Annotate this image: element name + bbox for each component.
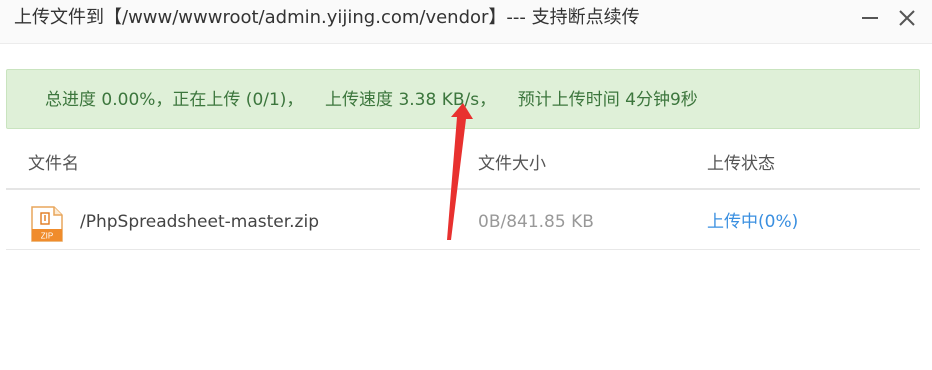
dialog-title: 上传文件到【/www/wwwroot/admin.yijing.com/vend…	[14, 7, 640, 28]
progress-summary: 总进度 0.00%，正在上传 (0/1)， 上传速度 3.38 KB/s， 预计…	[45, 90, 698, 110]
close-icon	[899, 10, 915, 26]
close-button[interactable]	[893, 4, 921, 32]
upload-status: 上传中(0%)	[707, 212, 799, 232]
header-status: 上传状态	[707, 154, 775, 174]
table-row: ZIP /PhpSpreadsheet-master.zip 0B/841.85…	[6, 192, 920, 250]
title-bar: 上传文件到【/www/wwwroot/admin.yijing.com/vend…	[0, 0, 932, 44]
zip-icon-label: ZIP	[41, 232, 53, 241]
minimize-icon	[862, 17, 878, 19]
zip-file-icon: ZIP	[31, 206, 63, 242]
file-size: 0B/841.85 KB	[478, 212, 594, 232]
total-progress-panel: 总进度 0.00%，正在上传 (0/1)， 上传速度 3.38 KB/s， 预计…	[6, 69, 920, 129]
minimize-button[interactable]	[856, 4, 884, 32]
header-filesize: 文件大小	[478, 154, 546, 174]
upload-dialog: 上传文件到【/www/wwwroot/admin.yijing.com/vend…	[0, 0, 932, 370]
file-name: /PhpSpreadsheet-master.zip	[80, 212, 319, 232]
header-filename: 文件名	[28, 154, 79, 174]
table-header: 文件名 文件大小 上传状态	[6, 139, 920, 190]
